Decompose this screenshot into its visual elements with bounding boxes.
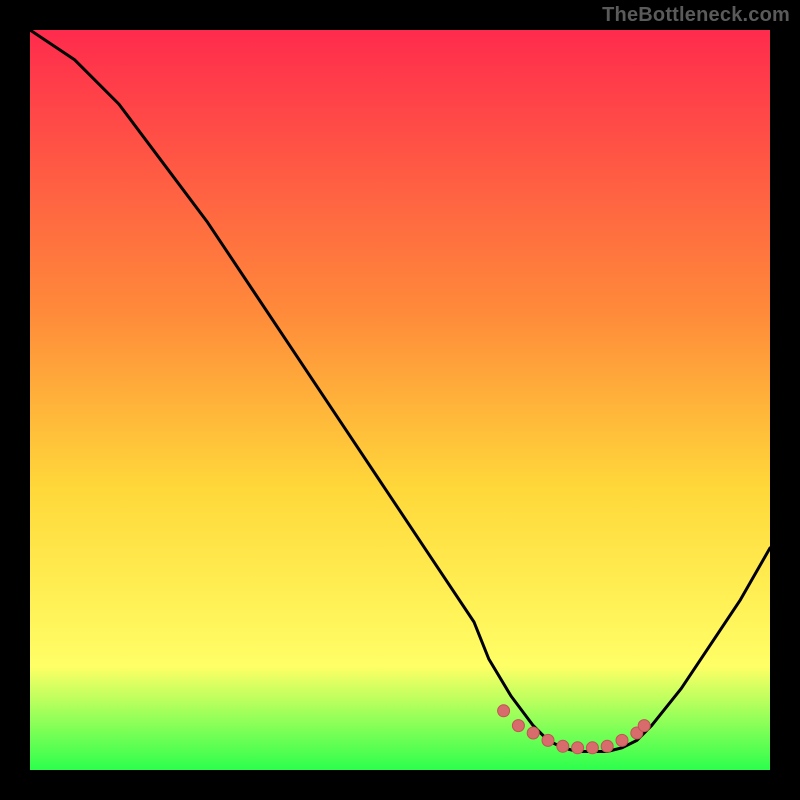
chart-svg	[30, 30, 770, 770]
marker-point	[527, 727, 539, 739]
marker-point	[586, 742, 598, 754]
watermark-text: TheBottleneck.com	[602, 4, 790, 27]
marker-point	[638, 720, 650, 732]
marker-point	[572, 742, 584, 754]
marker-point	[498, 705, 510, 717]
gradient-background	[30, 30, 770, 770]
chart-frame: TheBottleneck.com	[0, 0, 800, 800]
marker-point	[542, 734, 554, 746]
marker-point	[512, 720, 524, 732]
marker-point	[601, 740, 613, 752]
marker-point	[557, 740, 569, 752]
plot-area	[30, 30, 770, 770]
marker-point	[616, 734, 628, 746]
